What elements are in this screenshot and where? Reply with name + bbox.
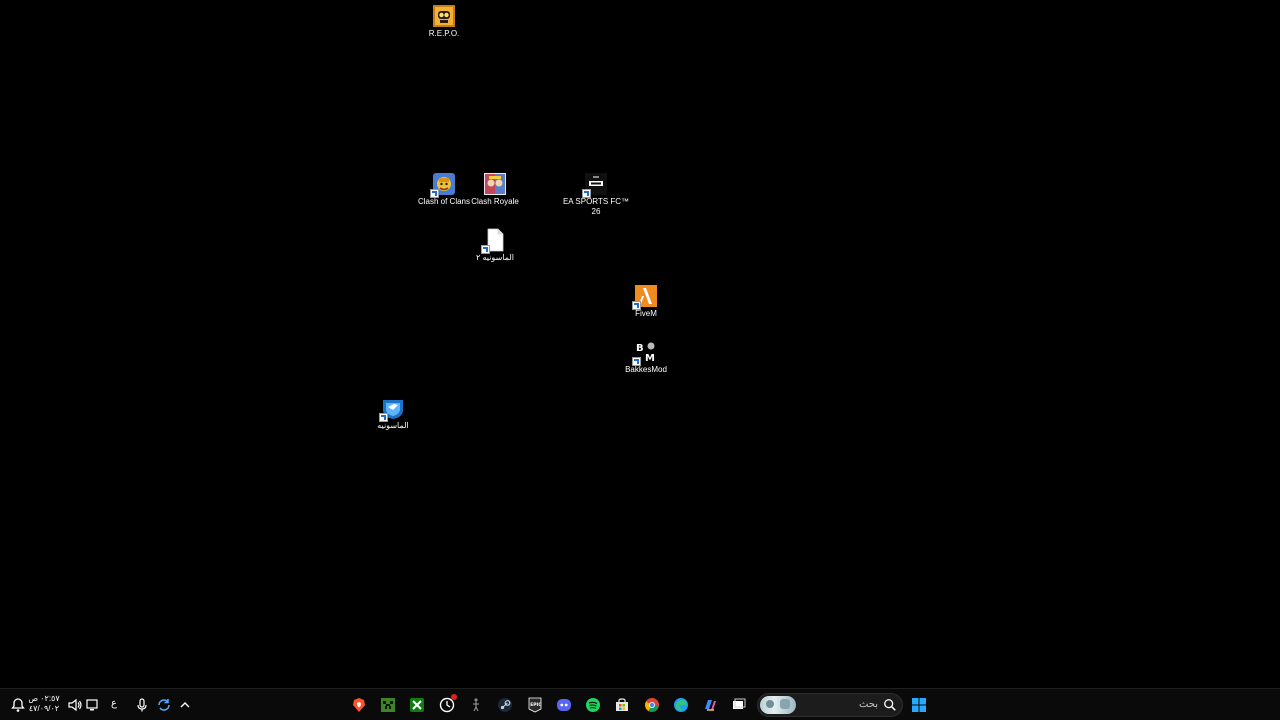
desktop-icon-clash-royale[interactable]: Clash Royale [458, 172, 532, 207]
shortcut-arrow-icon [430, 189, 439, 198]
desktop: R.E.P.O. Clash of Clans Clash Royale EA … [0, 0, 1280, 688]
notification-center-icon[interactable] [7, 694, 29, 716]
clash-royale-icon [484, 173, 506, 195]
desktop-icon-label: Clash Royale [471, 197, 519, 206]
desktop-icon-label: FiveM [635, 309, 657, 318]
desktop-icon-ea-sports-fc[interactable]: EA SPORTS FC™ 26 [559, 172, 633, 217]
shortcut-arrow-icon [379, 413, 388, 422]
search-placeholder: بحث [858, 699, 878, 710]
copilot-icon[interactable] [699, 694, 721, 716]
shortcut-arrow-icon [632, 357, 641, 366]
microsoft-store-icon[interactable] [611, 694, 633, 716]
clock[interactable]: ٠٢:٥٧ ص ٤٧/٠٩/٠٢ [27, 694, 61, 714]
desktop-icon-label: EA SPORTS FC™ 26 [562, 197, 630, 216]
epic-games-icon[interactable]: EPIC [524, 694, 546, 716]
clock-time: ٠٢:٥٧ ص [28, 694, 60, 703]
svg-text:M: M [645, 353, 655, 364]
desktop-icon-file[interactable]: الماسونيه ٢ [458, 228, 532, 263]
svg-text:B: B [636, 343, 644, 354]
microphone-icon[interactable] [131, 694, 153, 716]
sync-app-icon[interactable] [153, 694, 175, 716]
notification-badge [451, 694, 457, 700]
show-hidden-icons-chevron-icon[interactable] [174, 694, 196, 716]
brave-browser-icon[interactable] [348, 694, 370, 716]
task-view-icon[interactable] [728, 694, 750, 716]
spotify-icon[interactable] [582, 694, 604, 716]
discord-icon[interactable] [553, 694, 575, 716]
search-icon [884, 699, 896, 711]
desktop-icon-rocket-league[interactable]: الماسونيه [356, 396, 430, 431]
windows-logo-icon [912, 698, 926, 712]
repo-game-icon [433, 5, 455, 27]
shortcut-arrow-icon [632, 301, 641, 310]
desktop-icon-fivem[interactable]: FiveM [609, 284, 683, 319]
taskbar: ٠٢:٥٧ ص ٤٧/٠٩/٠٢ ع EPIC بحث [0, 688, 1280, 720]
search-highlight-image [760, 696, 796, 714]
xbox-icon[interactable] [406, 694, 428, 716]
desktop-icon-label: BakkesMod [625, 365, 667, 374]
svg-text:EPIC: EPIC [530, 702, 542, 708]
desktop-icon-label: الماسونيه ٢ [475, 253, 514, 262]
shortcut-arrow-icon [481, 245, 490, 254]
steam-icon[interactable] [494, 694, 516, 716]
desktop-icon-label: الماسونيه [377, 421, 409, 430]
network-icon[interactable] [81, 694, 103, 716]
search-box[interactable]: بحث [757, 693, 903, 717]
shortcut-arrow-icon [582, 189, 591, 198]
clock-date: ٤٧/٠٩/٠٢ [28, 704, 60, 713]
chrome-icon[interactable] [641, 694, 663, 716]
circle-app-icon[interactable] [436, 694, 458, 716]
desktop-icon-label: R.E.P.O. [428, 29, 460, 38]
edge-icon[interactable] [670, 694, 692, 716]
minecraft-icon[interactable] [377, 694, 399, 716]
input-language[interactable]: ع [111, 698, 117, 710]
desktop-icon-repo[interactable]: R.E.P.O. [407, 4, 481, 39]
start-button[interactable] [908, 694, 930, 716]
figure-app-icon[interactable] [465, 694, 487, 716]
desktop-icon-bakkesmod[interactable]: B M BakkesMod [609, 340, 683, 375]
